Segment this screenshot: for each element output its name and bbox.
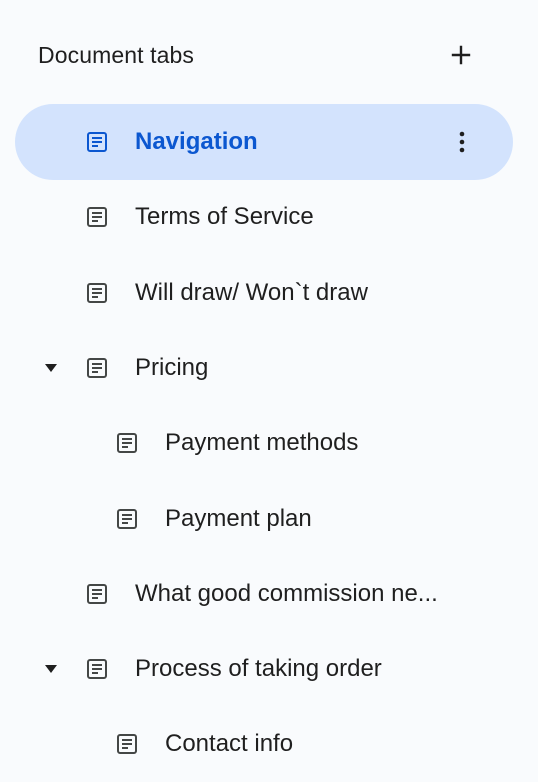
collapse-button[interactable] [42, 358, 60, 378]
tab-contact-info[interactable]: Contact info [15, 706, 513, 782]
caret-down-icon [45, 665, 57, 673]
document-tabs-panel: Document tabs Navigation Terms of Servic… [0, 0, 538, 778]
tab-terms-of-service[interactable]: Terms of Service [15, 179, 513, 255]
panel-title: Document tabs [38, 42, 194, 68]
tab-will-draw[interactable]: Will draw/ Won`t draw [15, 255, 513, 331]
document-icon [87, 283, 107, 303]
tab-navigation[interactable]: Navigation [15, 104, 513, 180]
document-icon [117, 734, 137, 754]
document-tabs-header: Document tabs [38, 38, 478, 74]
tab-payment-plan[interactable]: Payment plan [15, 481, 513, 557]
more-vert-icon [459, 131, 465, 153]
plus-icon [451, 45, 471, 65]
document-icon [87, 358, 107, 378]
document-icon [87, 584, 107, 604]
tab-label: Pricing [135, 354, 209, 381]
document-icon [117, 433, 137, 453]
tab-process-of-taking-order[interactable]: Process of taking order [15, 631, 513, 707]
tab-label: Terms of Service [135, 203, 314, 230]
tab-label: Will draw/ Won`t draw [135, 279, 368, 306]
add-tab-button[interactable] [444, 38, 478, 72]
tab-what-good-commission[interactable]: What good commission ne... [15, 556, 513, 632]
document-icon [87, 132, 107, 152]
tab-options-button[interactable] [445, 124, 479, 160]
tab-label: Contact info [165, 730, 294, 757]
tab-label: Navigation [135, 128, 258, 155]
tab-label: What good commission ne... [135, 580, 438, 607]
collapse-button[interactable] [42, 659, 60, 679]
document-icon [87, 659, 107, 679]
tab-label: Payment methods [165, 429, 359, 456]
document-icon [117, 509, 137, 529]
caret-down-icon [45, 364, 57, 372]
tab-payment-methods[interactable]: Payment methods [15, 405, 513, 481]
document-icon [87, 207, 107, 227]
tab-label: Process of taking order [135, 655, 382, 682]
tab-label: Payment plan [165, 505, 312, 532]
tab-pricing[interactable]: Pricing [15, 330, 513, 406]
